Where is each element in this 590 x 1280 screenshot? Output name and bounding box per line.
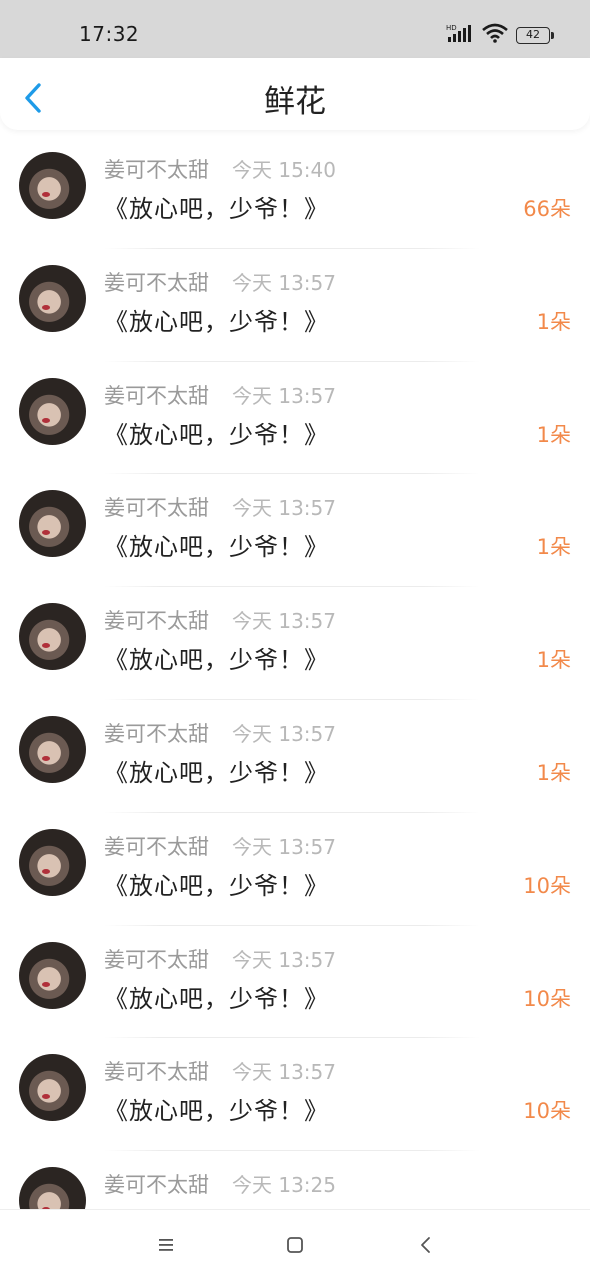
timestamp: 今天 13:57	[232, 721, 336, 746]
page-title: 鲜花	[264, 84, 326, 120]
flower-count: 1朵	[536, 422, 571, 447]
system-nav-bar	[0, 1209, 590, 1280]
battery-icon: 42	[516, 26, 554, 44]
sender-name: 姜可不太甜	[104, 947, 209, 972]
list-item[interactable]: 姜可不太甜 今天 15:40 《放心吧，少爷！》 66朵	[0, 136, 590, 249]
list-item[interactable]: 姜可不太甜 今天 13:57 《放心吧，少爷！》 1朵	[0, 474, 590, 588]
timestamp: 今天 13:57	[232, 383, 336, 408]
list-item[interactable]: 姜可不太甜 今天 13:57 《放心吧，少爷！》 10朵	[0, 813, 590, 926]
flower-gift-list[interactable]: 姜可不太甜 今天 15:40 《放心吧，少爷！》 66朵 姜可不太甜 今天 13…	[0, 136, 590, 1209]
avatar[interactable]	[19, 828, 86, 896]
menu-icon[interactable]	[155, 1237, 177, 1253]
list-item[interactable]: 姜可不太甜 今天 13:57 《放心吧，少爷！》 1朵	[0, 249, 590, 362]
timestamp: 今天 13:57	[232, 834, 336, 859]
list-item[interactable]: 姜可不太甜 今天 13:57 《放心吧，少爷！》 1朵	[0, 362, 590, 475]
work-title: 《放心吧，少爷！》	[104, 195, 329, 223]
sender-name: 姜可不太甜	[104, 1060, 209, 1085]
wifi-icon	[482, 23, 508, 47]
flower-count: 10朵	[523, 1099, 571, 1124]
work-title: 《放心吧，少爷！》	[104, 420, 329, 449]
work-title: 《放心吧，少爷！》	[104, 758, 329, 787]
sender-name: 姜可不太甜	[104, 496, 209, 521]
sender-name: 姜可不太甜	[104, 609, 209, 634]
work-title: 《放心吧，少爷！》	[104, 984, 329, 1013]
sender-name: 姜可不太甜	[104, 383, 209, 408]
avatar[interactable]	[19, 1054, 86, 1122]
list-item[interactable]: 姜可不太甜 今天 13:57 《放心吧，少爷！》 1朵	[0, 700, 590, 813]
sender-name: 姜可不太甜	[104, 721, 209, 746]
timestamp: 今天 13:57	[232, 947, 336, 972]
status-icons: HD 42	[446, 23, 554, 47]
work-title: 《放心吧，少爷！》	[104, 871, 329, 900]
work-title: 《放心吧，少爷！》	[104, 307, 329, 336]
avatar[interactable]	[19, 264, 86, 332]
timestamp: 今天 13:57	[232, 270, 336, 295]
list-item[interactable]: 姜可不太甜 今天 13:57 《放心吧，少爷！》 10朵	[0, 926, 590, 1039]
status-time: 17:32	[79, 22, 140, 46]
hd-signal-icon: HD	[446, 23, 474, 47]
avatar[interactable]	[19, 603, 86, 671]
flower-count: 1朵	[536, 309, 571, 334]
list-item[interactable]: 姜可不太甜 今天 13:57 《放心吧，少爷！》 10朵	[0, 1038, 590, 1152]
sender-name: 姜可不太甜	[104, 270, 209, 295]
flower-count: 10朵	[523, 986, 571, 1011]
timestamp: 今天 13:25	[232, 1173, 336, 1198]
work-title: 《放心吧，少爷！》	[104, 646, 329, 675]
flower-count: 1朵	[536, 648, 571, 673]
avatar[interactable]	[19, 715, 86, 783]
back-icon[interactable]	[418, 1235, 434, 1255]
flower-count: 1朵	[536, 760, 571, 785]
timestamp: 今天 13:57	[232, 496, 336, 521]
timestamp: 今天 13:57	[232, 1060, 336, 1085]
svg-text:HD: HD	[446, 24, 457, 32]
timestamp: 今天 13:57	[232, 609, 336, 634]
timestamp: 今天 15:40	[232, 158, 336, 182]
sender-name: 姜可不太甜	[104, 1173, 209, 1198]
sender-name: 姜可不太甜	[104, 834, 209, 859]
work-title: 《放心吧，少爷！》	[104, 533, 329, 562]
flower-count: 10朵	[523, 873, 571, 898]
avatar[interactable]	[19, 1167, 86, 1209]
avatar[interactable]	[19, 152, 86, 219]
avatar[interactable]	[19, 941, 86, 1009]
work-title: 《放心吧，少爷！》	[104, 1097, 329, 1126]
sender-name: 姜可不太甜	[104, 158, 209, 182]
avatar[interactable]	[19, 377, 86, 445]
flower-count: 1朵	[536, 535, 571, 560]
list-item[interactable]: 姜可不太甜 今天 13:57 《放心吧，少爷！》 1朵	[0, 587, 590, 700]
status-bar: 17:32 HD 42	[0, 0, 590, 58]
list-item[interactable]: 姜可不太甜 今天 13:25	[0, 1151, 590, 1209]
flower-count: 66朵	[523, 197, 571, 221]
header: 鲜花	[0, 58, 590, 130]
home-icon[interactable]	[285, 1235, 305, 1255]
avatar[interactable]	[19, 490, 86, 558]
